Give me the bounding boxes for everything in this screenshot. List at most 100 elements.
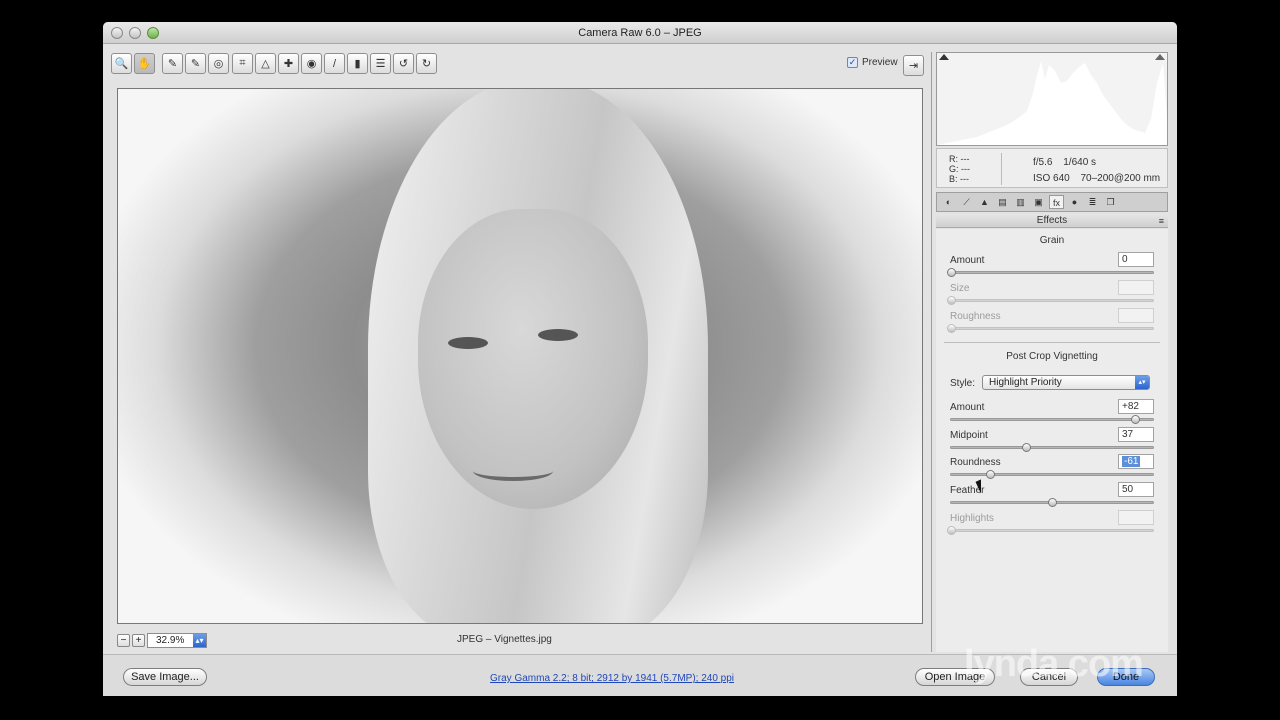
tab-presets-icon[interactable]: ≣ bbox=[1085, 195, 1100, 209]
grain-amount-label: Amount bbox=[950, 255, 985, 266]
zoom-in-button[interactable]: + bbox=[132, 634, 145, 647]
zoom-tool-button[interactable]: 🔍 bbox=[111, 53, 132, 74]
midpoint-slider[interactable] bbox=[950, 443, 1154, 452]
style-label: Style: bbox=[950, 378, 976, 389]
midpoint-label: Midpoint bbox=[950, 430, 988, 441]
vignette-amount-thumb[interactable] bbox=[1130, 415, 1140, 424]
highlights-label: Highlights bbox=[950, 513, 994, 524]
grain-roughness-slider[interactable] bbox=[947, 324, 1154, 333]
minimize-window-button[interactable] bbox=[129, 27, 141, 39]
preview-checkbox[interactable]: ✓ bbox=[847, 57, 858, 68]
section-divider bbox=[944, 342, 1160, 343]
zoom-out-button[interactable]: − bbox=[117, 634, 130, 647]
zoom-dropdown-icon[interactable]: ▴▾ bbox=[193, 634, 206, 647]
effects-panel: Grain Amount 0 Size Roughness Post Crop … bbox=[936, 229, 1168, 652]
feather-value[interactable]: 50 bbox=[1118, 482, 1154, 497]
style-select[interactable]: Highlight Priority ▴▾ bbox=[982, 375, 1150, 390]
info-divider bbox=[1001, 153, 1002, 185]
roundness-thumb[interactable] bbox=[986, 470, 996, 479]
grain-size-thumb[interactable] bbox=[947, 296, 956, 305]
tab-detail-icon[interactable]: ▲ bbox=[977, 195, 992, 209]
red-value: --- bbox=[960, 154, 970, 164]
iso-value: ISO 640 bbox=[1033, 173, 1070, 184]
targeted-adjustment-tool-icon: ◎ bbox=[213, 58, 224, 70]
workflow-options-link[interactable]: Gray Gamma 2.2; 8 bit; 2912 by 1941 (5.7… bbox=[490, 673, 734, 684]
style-dropdown-icon[interactable]: ▴▾ bbox=[1135, 376, 1149, 389]
photo-right-eye bbox=[538, 329, 578, 341]
grain-amount-slider[interactable] bbox=[947, 268, 1154, 277]
straighten-tool-button[interactable]: △ bbox=[255, 53, 276, 74]
roundness-value-field[interactable]: -61 bbox=[1118, 454, 1154, 469]
zoom-level-select[interactable]: 32.9% ▴▾ bbox=[147, 633, 207, 648]
targeted-adjustment-tool-button[interactable]: ◎ bbox=[208, 53, 229, 74]
zoom-window-button[interactable] bbox=[147, 27, 159, 39]
highlight-clipping-icon[interactable] bbox=[1155, 54, 1165, 60]
feather-thumb[interactable] bbox=[1048, 498, 1057, 507]
adjustment-tabs: ◐ ⟋ ▲ ▤ ▥ ▣ fx ● ≣ ❐ bbox=[936, 192, 1168, 212]
shadow-clipping-icon[interactable] bbox=[939, 54, 949, 60]
rotate-right-tool-button[interactable]: ↻ bbox=[416, 53, 437, 74]
highlights-thumb[interactable] bbox=[947, 526, 956, 535]
preview-label: Preview bbox=[862, 57, 898, 68]
spot-removal-tool-icon: ✚ bbox=[283, 58, 294, 70]
canvas-status-bar: − + 32.9% ▴▾ JPEG – Vignettes.jpg bbox=[117, 632, 923, 648]
tab-split-toning-icon[interactable]: ▥ bbox=[1013, 195, 1028, 209]
effects-panel-header: Effects ≡ bbox=[936, 214, 1168, 228]
red-label: R: bbox=[949, 154, 958, 164]
spot-removal-tool-button[interactable]: ✚ bbox=[278, 53, 299, 74]
rotate-left-tool-button[interactable]: ↺ bbox=[393, 53, 414, 74]
title-bar: Camera Raw 6.0 – JPEG bbox=[103, 22, 1177, 44]
adjustment-brush-tool-icon: / bbox=[332, 57, 337, 70]
midpoint-thumb[interactable] bbox=[1021, 443, 1031, 452]
grain-roughness-thumb[interactable] bbox=[947, 324, 956, 333]
midpoint-value[interactable]: 37 bbox=[1118, 427, 1154, 442]
white-balance-tool-icon: ✎ bbox=[167, 58, 178, 70]
preferences-tool-button[interactable]: ☰ bbox=[370, 53, 391, 74]
grain-size-slider[interactable] bbox=[947, 296, 1154, 305]
white-balance-tool-button[interactable]: ✎ bbox=[162, 53, 183, 74]
roundness-slider[interactable] bbox=[950, 470, 1154, 479]
tab-snapshots-icon[interactable]: ❐ bbox=[1103, 195, 1118, 209]
preview-toggle[interactable]: ✓ Preview bbox=[847, 57, 898, 68]
grain-amount-value[interactable]: 0 bbox=[1118, 252, 1154, 267]
image-preview-canvas[interactable] bbox=[117, 88, 923, 624]
red-eye-tool-button[interactable]: ◉ bbox=[301, 53, 322, 74]
right-panel: R: --- G: --- B: --- f/5.6 1/640 s ISO 6… bbox=[931, 52, 1171, 652]
red-eye-tool-icon: ◉ bbox=[306, 58, 317, 70]
adjustment-brush-tool-button[interactable]: / bbox=[324, 53, 345, 74]
feather-slider[interactable] bbox=[950, 498, 1154, 507]
crop-tool-button[interactable]: ⌗ bbox=[232, 53, 253, 74]
histogram-graph bbox=[937, 61, 1167, 145]
hand-tool-button[interactable]: ✋ bbox=[134, 53, 155, 74]
shutter-value: 1/640 s bbox=[1063, 157, 1097, 168]
color-sampler-tool-icon: ✎ bbox=[190, 58, 201, 70]
camera-raw-window: Camera Raw 6.0 – JPEG 🔍 ✋ ✎ ✎ ◎ ⌗ △ ✚ ◉ / ▮ ☰ ↺ ↻ ✓ P… bbox=[103, 22, 1177, 696]
vignette-amount-slider[interactable] bbox=[950, 415, 1154, 424]
tab-hsl-icon[interactable]: ▤ bbox=[995, 195, 1010, 209]
tab-effects-icon[interactable]: fx bbox=[1049, 195, 1064, 209]
photo-mouth bbox=[473, 461, 553, 481]
fullscreen-toggle-button[interactable]: ⇥ bbox=[903, 55, 924, 76]
highlights-slider[interactable] bbox=[947, 526, 1154, 535]
grain-size-value[interactable] bbox=[1118, 280, 1154, 295]
blue-value: --- bbox=[960, 174, 970, 184]
blue-label: B: bbox=[949, 174, 958, 184]
close-window-button[interactable] bbox=[111, 27, 123, 39]
vignette-amount-label: Amount bbox=[950, 402, 985, 413]
window-title: Camera Raw 6.0 – JPEG bbox=[578, 27, 702, 39]
color-sampler-tool-button[interactable]: ✎ bbox=[185, 53, 206, 74]
graduated-filter-tool-button[interactable]: ▮ bbox=[347, 53, 368, 74]
tab-basic-icon[interactable]: ◐ bbox=[941, 195, 956, 209]
grain-roughness-value[interactable] bbox=[1118, 308, 1154, 323]
tab-tone-curve-icon[interactable]: ⟋ bbox=[959, 195, 974, 209]
aperture-value: f/5.6 bbox=[1033, 157, 1053, 168]
photo-left-eye bbox=[448, 337, 488, 349]
vignette-amount-value[interactable]: +82 bbox=[1118, 399, 1154, 414]
grain-amount-thumb[interactable] bbox=[947, 268, 956, 277]
tab-lens-corrections-icon[interactable]: ▣ bbox=[1031, 195, 1046, 209]
highlights-value[interactable] bbox=[1118, 510, 1154, 525]
image-info: R: --- G: --- B: --- f/5.6 1/640 s ISO 6… bbox=[936, 148, 1168, 188]
save-image-button[interactable]: Save Image... bbox=[123, 668, 207, 686]
panel-menu-icon[interactable]: ≡ bbox=[1159, 214, 1164, 228]
tab-camera-calibration-icon[interactable]: ● bbox=[1067, 195, 1082, 209]
